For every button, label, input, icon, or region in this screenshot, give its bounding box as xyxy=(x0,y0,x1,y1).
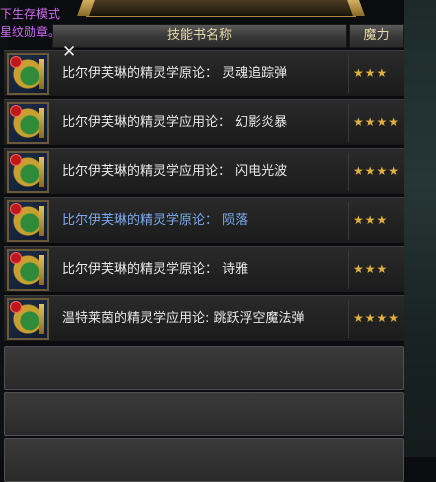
empty-slot[interactable] xyxy=(4,438,404,482)
column-header-power: 魔力 xyxy=(349,24,404,48)
survival-mode-label: 下生存模式 xyxy=(0,7,61,21)
empty-slot[interactable] xyxy=(4,346,404,390)
skill-book-row[interactable]: 比尔伊芙琳的精灵学原论： 诗雅 ★★★ xyxy=(4,246,404,293)
column-divider xyxy=(348,300,349,338)
book-spine-icon xyxy=(39,206,44,236)
power-stars: ★★★★ xyxy=(353,164,401,178)
column-divider xyxy=(348,153,349,191)
column-divider xyxy=(348,104,349,142)
skill-book-icon[interactable] xyxy=(7,53,49,95)
power-stars: ★★★ xyxy=(353,66,389,80)
skill-book-name: 比尔伊芙琳的精灵学原论： 诗雅 xyxy=(62,262,249,277)
skill-book-name: 比尔伊芙琳的精灵学应用论： 闪电光波 xyxy=(62,164,288,179)
skill-book-row[interactable]: 温特莱茵的精灵学应用论: 跳跃浮空魔法弹 ★★★★ xyxy=(4,295,404,342)
book-spine-icon xyxy=(39,304,44,334)
window-top-frame xyxy=(77,0,365,17)
skill-book-row[interactable]: 比尔伊芙琳的精灵学应用论： 幻影炎暴 ★★★★ xyxy=(4,99,404,146)
power-stars: ★★★ xyxy=(353,262,389,276)
red-lock-icon xyxy=(10,154,22,166)
skill-book-icon[interactable] xyxy=(7,151,49,193)
red-lock-icon xyxy=(10,105,22,117)
skill-book-icon[interactable] xyxy=(7,200,49,242)
close-icon[interactable]: ✕ xyxy=(62,44,76,61)
red-lock-icon xyxy=(10,203,22,215)
skill-book-icon[interactable] xyxy=(7,298,49,340)
power-stars: ★★★ xyxy=(353,213,389,227)
column-divider xyxy=(348,202,349,240)
power-stars: ★★★★ xyxy=(353,311,401,325)
skill-book-icon[interactable] xyxy=(7,249,49,291)
skill-book-name: 温特莱茵的精灵学应用论: 跳跃浮空魔法弹 xyxy=(62,311,305,326)
red-lock-icon xyxy=(10,56,22,68)
book-spine-icon xyxy=(39,157,44,187)
column-divider xyxy=(348,251,349,289)
book-spine-icon xyxy=(39,255,44,285)
skill-book-name: 比尔伊芙琳的精灵学应用论： 幻影炎暴 xyxy=(62,115,288,130)
red-lock-icon xyxy=(10,301,22,313)
skill-book-row[interactable]: 比尔伊芙琳的精灵学原论： 陨落 ★★★ xyxy=(4,197,404,244)
skill-book-icon[interactable] xyxy=(7,102,49,144)
column-divider xyxy=(348,55,349,93)
book-spine-icon xyxy=(39,59,44,89)
frame-cap-right xyxy=(347,0,365,16)
empty-slot[interactable] xyxy=(4,392,404,436)
skill-book-name: 比尔伊芙琳的精灵学原论： 陨落 xyxy=(62,213,249,228)
skill-book-row[interactable]: 比尔伊芙琳的精灵学应用论： 闪电光波 ★★★★ xyxy=(4,148,404,195)
red-lock-icon xyxy=(10,252,22,264)
star-medal-label: 星纹勋章。 xyxy=(0,25,61,39)
column-header-name: 技能书名称 xyxy=(52,24,347,48)
background-right-panel xyxy=(404,0,436,457)
skill-book-name: 比尔伊芙琳的精灵学原论： 灵魂追踪弹 xyxy=(62,66,288,81)
power-stars: ★★★★ xyxy=(353,115,401,129)
book-spine-icon xyxy=(39,108,44,138)
frame-cap-left xyxy=(77,0,95,16)
